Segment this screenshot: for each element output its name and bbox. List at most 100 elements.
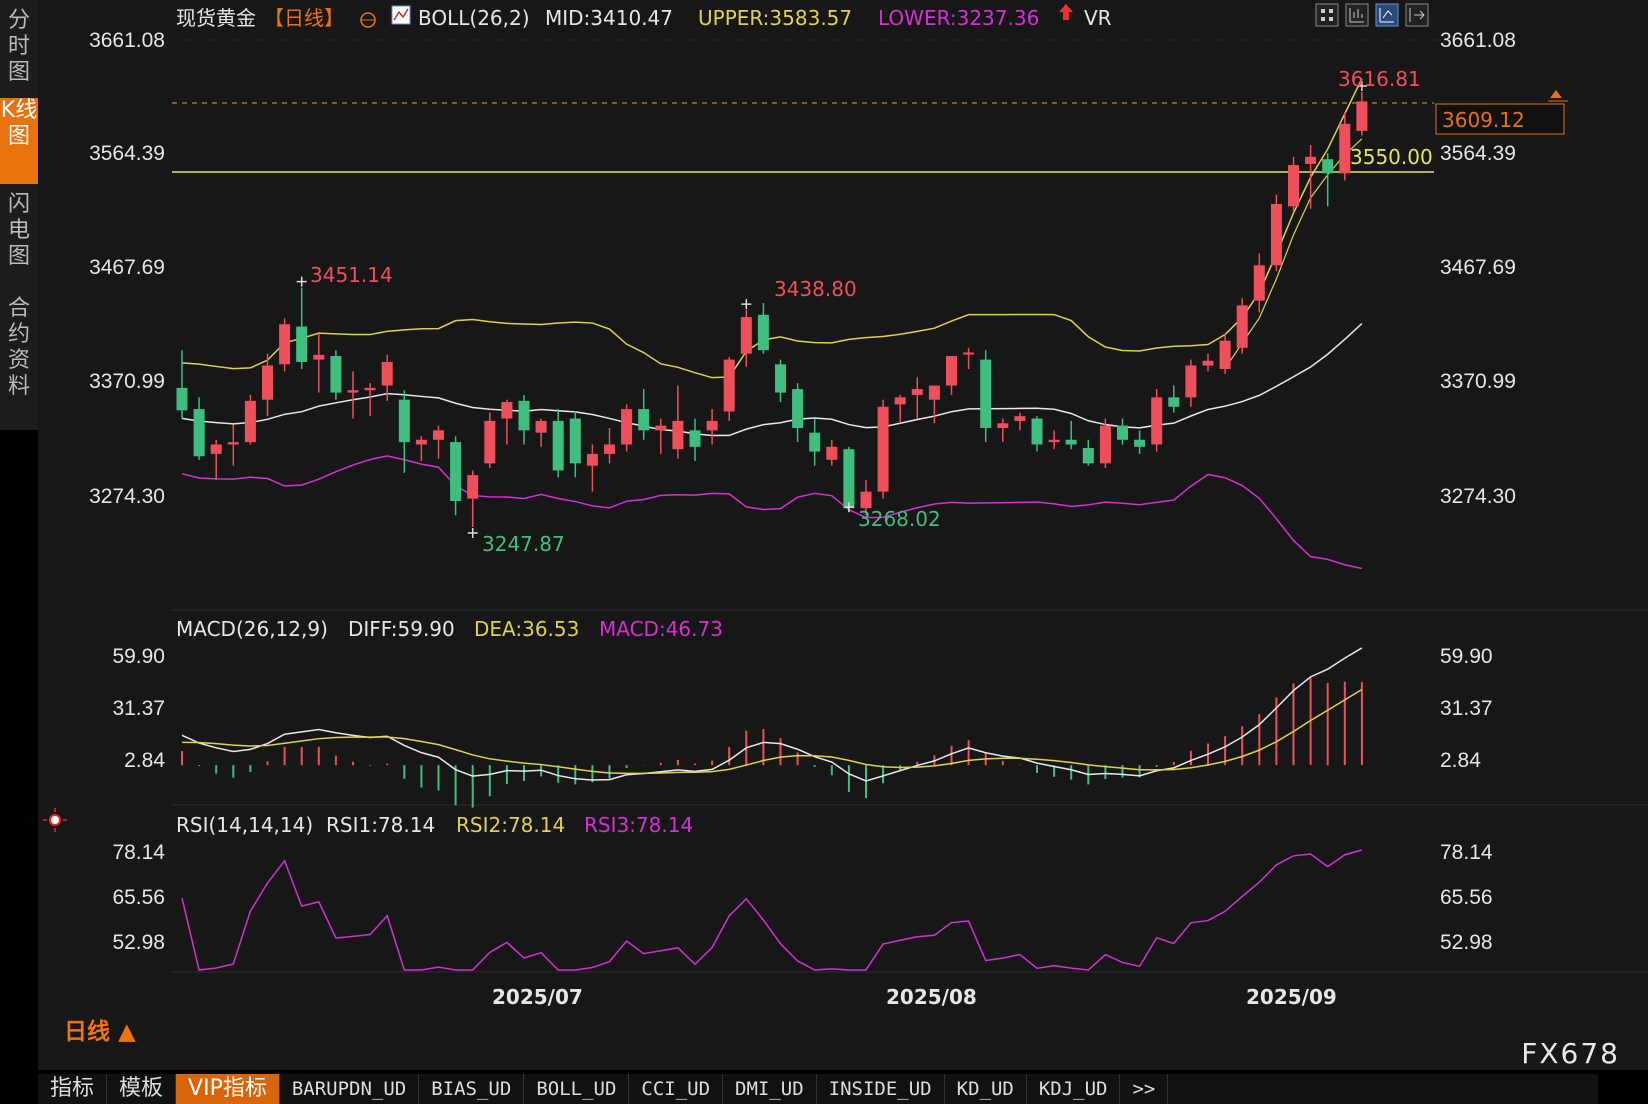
candle-body	[1288, 165, 1299, 207]
price-tick-label: 3564.39	[1440, 142, 1516, 165]
tab-contract-info[interactable]: 合约资料	[0, 296, 38, 404]
tab-dmi[interactable]: DMI_UD	[723, 1074, 817, 1104]
candle-body	[1117, 425, 1128, 440]
hline-label: 3550.00	[1350, 145, 1433, 169]
boll-lower-line	[181, 455, 1363, 570]
candle-body	[279, 324, 291, 365]
candle-body	[193, 409, 205, 457]
candle-body	[1082, 448, 1094, 464]
macd-tick-label: 59.90	[112, 645, 165, 668]
up-arrow-icon	[1059, 4, 1073, 20]
candle-body	[928, 385, 940, 400]
draw-tool-icon[interactable]	[1375, 3, 1399, 27]
candle-body	[672, 420, 684, 450]
macd-tick-label: 2.84	[1440, 749, 1481, 772]
rsi-line	[181, 849, 1363, 971]
tab-templates[interactable]: 模板	[107, 1074, 177, 1104]
rsi-tick-label: 78.14	[112, 841, 165, 864]
left-tab-bar: 分时图 K线图 闪电图 合约资料	[0, 0, 38, 430]
rsi-tick-label: 65.56	[1440, 886, 1493, 909]
candle-body	[1065, 439, 1077, 445]
price-tick-label: 3370.99	[1440, 370, 1516, 393]
macd-label: MACD(26,12,9)	[176, 617, 328, 641]
tab-indicators[interactable]: 指标	[38, 1074, 108, 1104]
tab-cci[interactable]: CCI_UD	[629, 1074, 724, 1104]
candle-body	[894, 397, 906, 405]
period-selector[interactable]: 日线 ▲	[64, 1012, 136, 1046]
period-tag: 【日线】	[264, 6, 344, 30]
boll-mid-line	[181, 322, 1363, 437]
macd-tick-label: 2.84	[124, 749, 165, 772]
macd-macd-value: MACD:46.73	[599, 617, 723, 641]
candle-body	[655, 425, 667, 431]
candle-body	[689, 430, 701, 447]
candle-body	[1339, 123, 1351, 174]
macd-dea-value: DEA:36.53	[474, 617, 579, 641]
candle-body	[450, 442, 462, 502]
macd-tick-label: 31.37	[1440, 697, 1493, 720]
tab-kdj[interactable]: KDJ_UD	[1027, 1074, 1121, 1104]
kline-chart[interactable]: 3661.08 3564.39 3467.69 3370.99 3274.30 3661…	[38, 0, 1648, 1070]
candle-body	[621, 409, 633, 445]
tab-inside[interactable]: INSIDE_UD	[817, 1074, 945, 1104]
candle-body	[1014, 416, 1026, 421]
price-axis-right: 3661.08 3564.39 3467.69 3370.99 3274.30	[1440, 29, 1516, 508]
rsi-settings-icon[interactable]	[43, 808, 67, 832]
x-label-2025-07: 2025/07	[492, 985, 583, 1009]
annotation-high-3451: 3451.14	[310, 263, 393, 287]
indicator-tab-bar: 指标 模板 VIP指标 BARUPDN_UD BIAS_UD BOLL_UD C…	[38, 1074, 1598, 1104]
rsi-tick-label: 52.98	[1440, 931, 1493, 954]
x-label-2025-09: 2025/09	[1246, 985, 1337, 1009]
x-label-2025-08: 2025/08	[886, 985, 977, 1009]
candle-body	[484, 420, 496, 464]
extreme-marker	[467, 528, 478, 539]
annotation-low-3247: 3247.87	[482, 532, 565, 556]
tab-flash-chart[interactable]: 闪电图	[0, 192, 38, 276]
candle-body	[946, 356, 957, 386]
candle-body	[364, 387, 376, 391]
candles[interactable]	[176, 80, 1368, 539]
price-tick-label: 3467.69	[89, 256, 165, 279]
candle-body	[227, 442, 239, 445]
candle-body	[518, 400, 530, 431]
price-arrow-icon	[1550, 90, 1562, 98]
candle-body	[1322, 159, 1334, 174]
tab-kd[interactable]: KD_UD	[945, 1074, 1027, 1104]
extreme-marker	[296, 276, 307, 287]
tab-barupdn[interactable]: BARUPDN_UD	[280, 1074, 420, 1104]
candle-body	[1168, 397, 1180, 407]
tab-vip-indicators[interactable]: VIP指标	[176, 1074, 280, 1104]
boll-label: BOLL(26,2)	[418, 6, 530, 30]
tab-k-chart[interactable]: K线图	[0, 98, 38, 184]
rsi-axis: 78.14 78.14 65.56 65.56 52.98 52.98	[112, 841, 1492, 954]
annotation-low-3268: 3268.02	[858, 507, 941, 531]
grid-layout-icon[interactable]	[1315, 3, 1339, 27]
price-tick-label: 3370.99	[89, 370, 165, 393]
macd-diff-value: DIFF:59.90	[348, 617, 455, 641]
chart-area[interactable]: 3661.08 3564.39 3467.69 3370.99 3274.30 3661…	[38, 0, 1648, 1070]
candle-body	[980, 359, 992, 428]
candle-body	[330, 356, 342, 393]
candle-body	[809, 432, 821, 452]
macd-diff-line	[181, 647, 1363, 782]
tab-time-chart[interactable]: 分时图	[0, 8, 38, 92]
chart-layout-icon[interactable]	[1345, 3, 1369, 27]
extreme-marker	[741, 299, 752, 310]
vr-label[interactable]: VR	[1084, 6, 1112, 30]
candle-body	[244, 400, 256, 443]
candle-body	[1185, 365, 1197, 398]
candle-body	[313, 354, 325, 360]
tab-boll[interactable]: BOLL_UD	[524, 1074, 630, 1104]
rsi-tick-label: 52.98	[112, 931, 165, 954]
rsi-tick-label: 65.56	[112, 886, 165, 909]
candle-body	[569, 418, 581, 464]
rsi-tick-label: 78.14	[1440, 841, 1493, 864]
tab-bias[interactable]: BIAS_UD	[419, 1074, 525, 1104]
price-tick-label: 3467.69	[1440, 256, 1516, 279]
candle-body	[775, 364, 786, 393]
candle-body	[210, 444, 222, 454]
candle-body	[501, 402, 513, 419]
annotation-high-3438: 3438.80	[774, 277, 857, 301]
tab-more[interactable]: >>	[1120, 1074, 1169, 1104]
candle-body	[1236, 305, 1248, 348]
